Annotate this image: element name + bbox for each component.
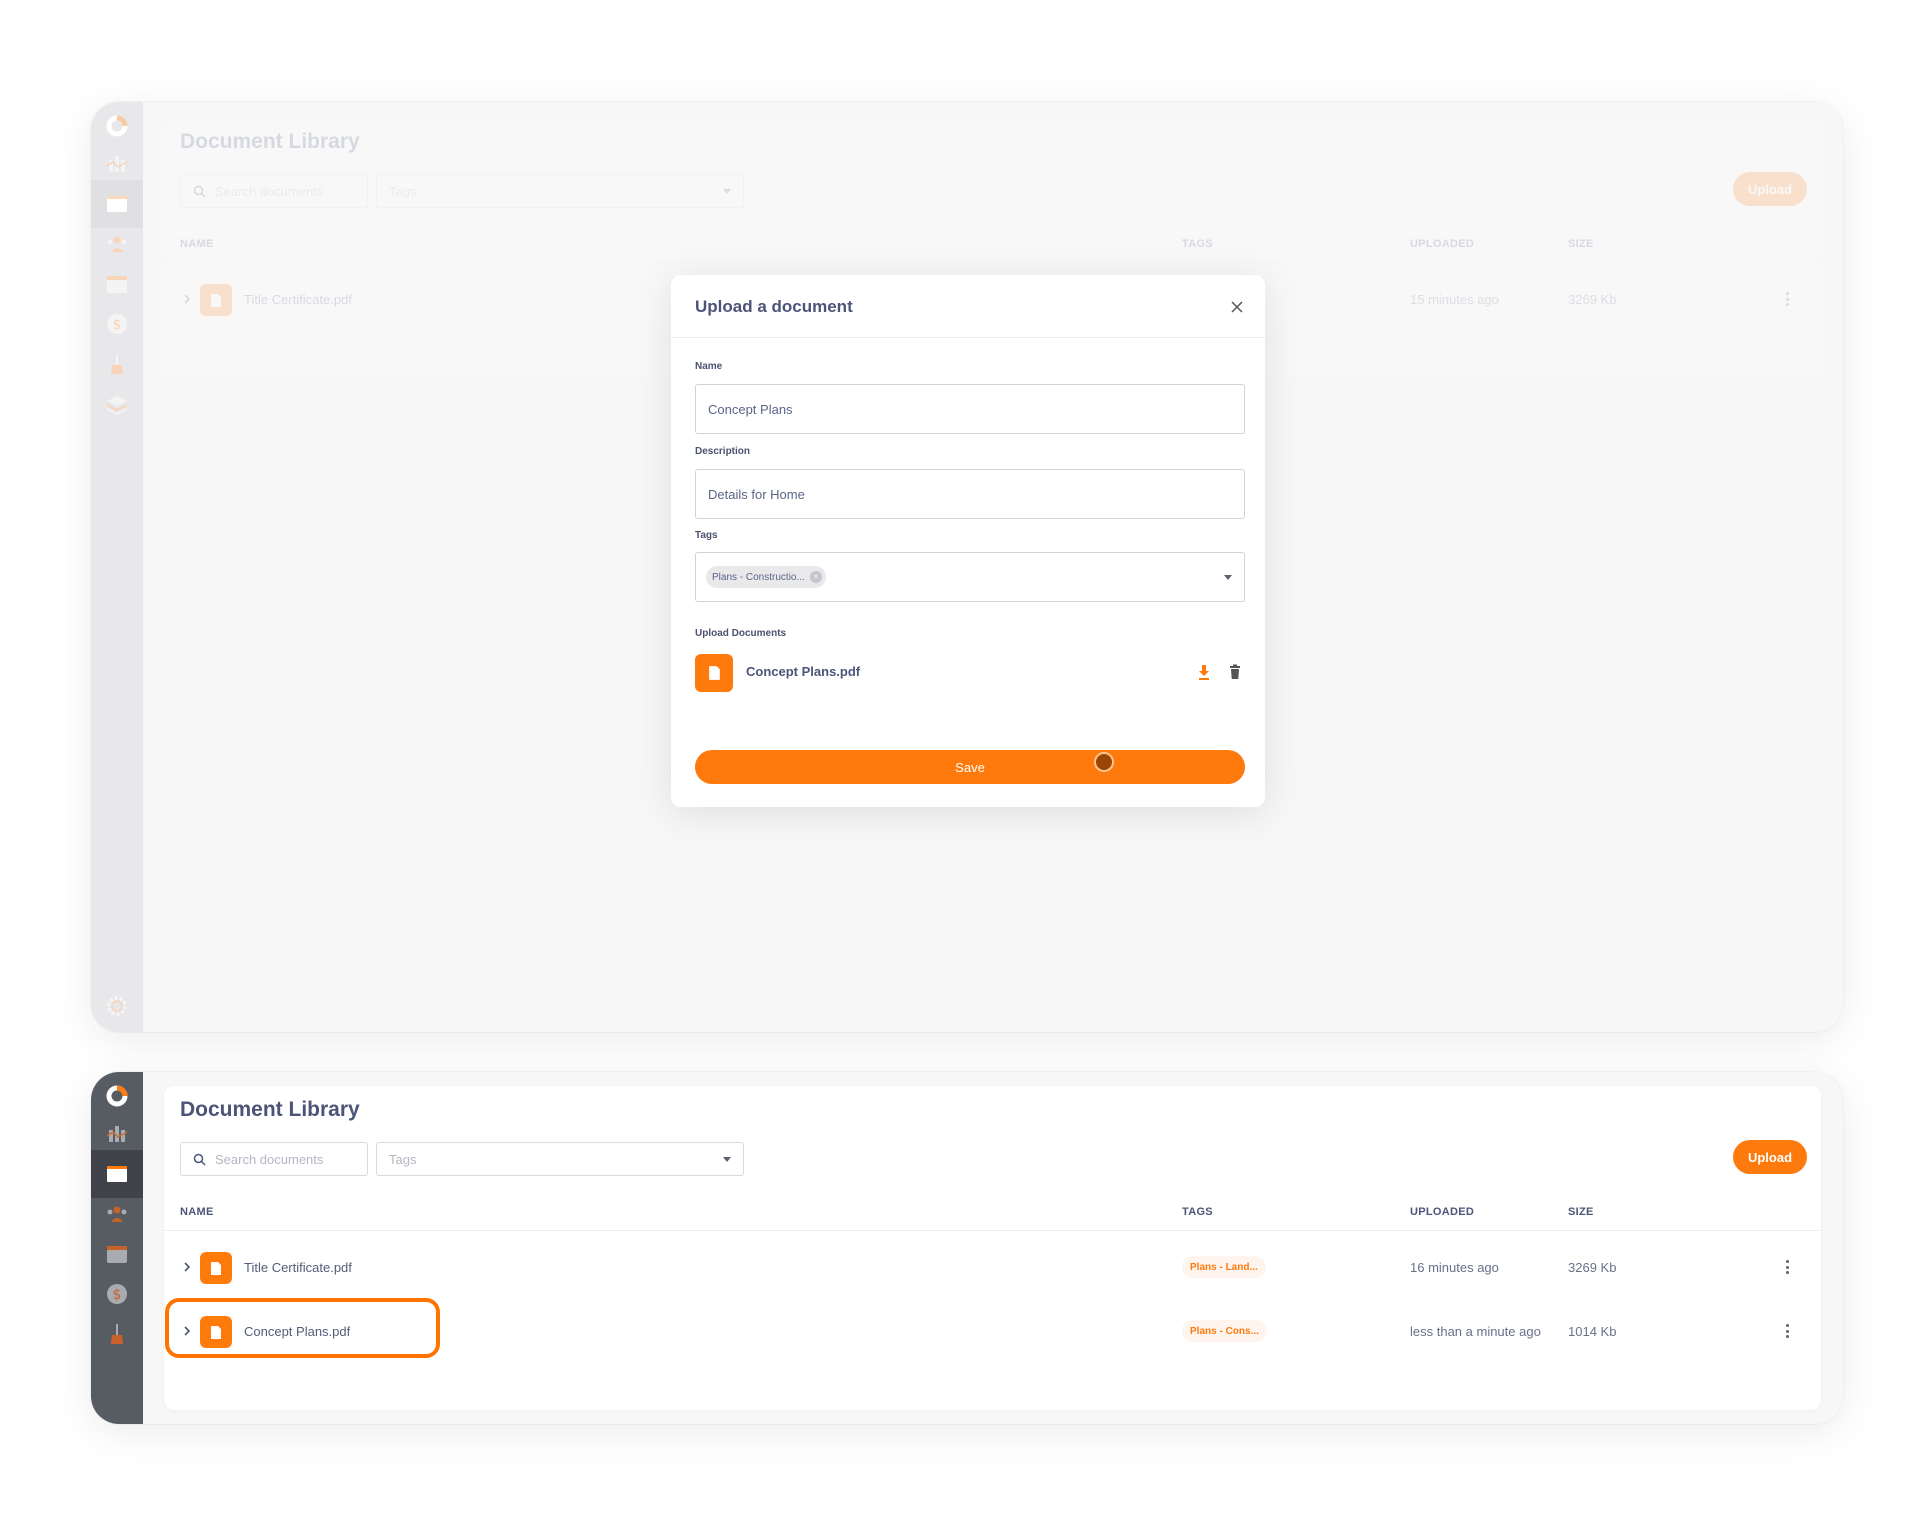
chart-bars-icon [106,156,128,172]
file-icon [200,1316,232,1348]
name-label: Name [695,361,723,372]
description-label: Description [695,446,751,457]
search-input[interactable]: Search documents [180,1142,368,1176]
download-icon[interactable] [1195,663,1213,681]
caret-down-icon[interactable] [1224,574,1232,580]
sidebar: $ [91,102,143,1032]
sidebar-item-layers[interactable] [91,380,143,428]
file-icon [200,1252,232,1284]
document-library-card: Document Library Search documents Tags U… [164,1086,1821,1410]
column-header-size[interactable]: SIZE [1568,1206,1594,1218]
tags-placeholder: Tags [389,183,417,199]
folder-icon [107,1166,127,1182]
dollar-icon: $ [107,314,127,334]
more-options-icon[interactable] [1783,1322,1791,1340]
close-icon[interactable] [1229,299,1245,315]
svg-text:$: $ [113,1287,122,1303]
uploaded-time: less than a minute ago [1410,1324,1541,1339]
file-size: 3269 Kb [1568,1260,1617,1275]
tag-badge: Plans - Land... [1182,1256,1266,1278]
remove-tag-icon[interactable]: × [809,571,822,583]
file-name[interactable]: Title Certificate.pdf [244,1260,352,1275]
page-title: Document Library [180,130,360,153]
header-divider [164,262,1821,263]
uploaded-file-name: Concept Plans.pdf [746,664,861,679]
file-name[interactable]: Title Certificate.pdf [244,292,352,307]
layers-icon [106,396,128,416]
sidebar: $ [91,1072,143,1424]
app-logo-icon [106,1085,128,1107]
upload-documents-label: Upload Documents [695,628,787,639]
table-row-highlighted[interactable]: Concept Plans.pdf Plans - Cons... less t… [164,1298,1821,1364]
search-input[interactable]: Search documents [180,174,368,208]
users-icon [107,236,127,252]
calendar-icon [107,1246,127,1263]
table-row[interactable]: Title Certificate.pdf Plans - Land... 16… [164,1236,1821,1300]
tags-placeholder: Tags [389,1151,417,1167]
modal-divider [671,337,1265,338]
upload-button[interactable]: Upload [1733,1140,1807,1174]
file-size: 3269 Kb [1568,292,1617,307]
search-icon [193,185,206,198]
tags-filter-select[interactable]: Tags [376,174,744,208]
users-icon [107,1206,127,1222]
file-icon [695,654,733,692]
chart-bars-icon [106,1126,128,1142]
chevron-right-icon[interactable] [180,292,194,306]
app-window-document-library: $ Document Library Search documents Tags… [91,1072,1843,1424]
sidebar-item-design[interactable] [91,1310,143,1358]
search-placeholder: Search documents [215,183,324,199]
caret-down-icon [723,1156,731,1162]
upload-document-modal: Upload a document Name Concept Plans Des… [671,275,1265,807]
gear-icon [107,996,127,1016]
sidebar-item-settings[interactable] [91,982,143,1030]
save-button[interactable]: Save [695,750,1245,784]
column-header-tags[interactable]: TAGS [1182,238,1213,250]
file-icon [200,284,232,316]
more-options-icon[interactable] [1783,1258,1791,1276]
upload-button[interactable]: Upload [1733,172,1807,206]
search-placeholder: Search documents [215,1151,324,1167]
column-header-uploaded[interactable]: UPLOADED [1410,1206,1474,1218]
paintbrush-icon [111,354,123,374]
folder-icon [107,196,127,212]
column-header-uploaded[interactable]: UPLOADED [1410,238,1474,250]
column-header-tags[interactable]: TAGS [1182,1206,1213,1218]
column-header-name[interactable]: NAME [180,1206,214,1218]
uploaded-time: 16 minutes ago [1410,1260,1499,1275]
caret-down-icon [723,188,731,194]
uploaded-time: 15 minutes ago [1410,292,1499,307]
tags-select[interactable]: Plans - Constructio... × [695,552,1245,602]
page-title: Document Library [180,1098,360,1121]
calendar-icon [107,276,127,293]
file-size: 1014 Kb [1568,1324,1617,1339]
header-divider [164,1230,1821,1231]
tag-chip-label: Plans - Constructio... [712,571,805,583]
file-name[interactable]: Concept Plans.pdf [244,1324,350,1339]
tag-badge: Plans - Cons... [1182,1320,1267,1342]
chevron-right-icon[interactable] [180,1324,194,1338]
app-logo-icon [106,115,128,137]
tags-label: Tags [695,530,718,541]
description-field[interactable]: Details for Home [695,469,1245,519]
svg-text:$: $ [113,317,122,333]
column-header-size[interactable]: SIZE [1568,238,1594,250]
description-value: Details for Home [708,486,805,502]
dollar-icon: $ [107,1284,127,1304]
trash-icon[interactable] [1226,663,1244,681]
search-icon [193,1153,206,1166]
name-field[interactable]: Concept Plans [695,384,1245,434]
column-header-name[interactable]: NAME [180,238,214,250]
mouse-cursor [1094,752,1114,772]
chevron-right-icon[interactable] [180,1260,194,1274]
modal-title: Upload a document [695,297,853,316]
tags-filter-select[interactable]: Tags [376,1142,744,1176]
more-options-icon[interactable] [1783,290,1791,308]
paintbrush-icon [111,1324,123,1344]
name-value: Concept Plans [708,401,793,417]
tag-chip: Plans - Constructio... × [706,566,826,588]
